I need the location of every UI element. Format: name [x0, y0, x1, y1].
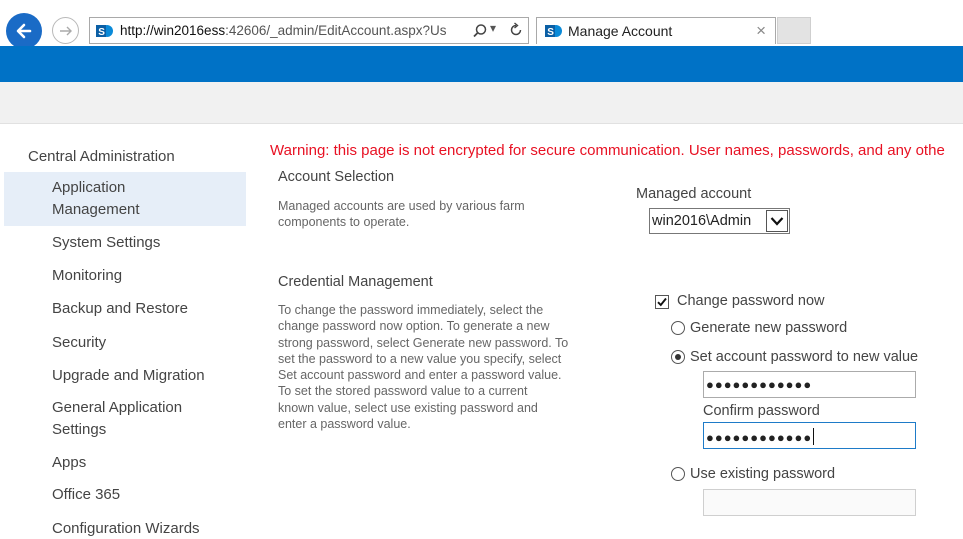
suite-bar: [0, 46, 963, 82]
address-url: http://win2016ess:42606/_admin/EditAccou…: [120, 23, 447, 38]
chevron-down-icon[interactable]: [766, 210, 788, 232]
description-line: set the password to a new value you spec…: [278, 351, 562, 366]
address-dropdown-icon[interactable]: ▾: [490, 21, 496, 35]
sharepoint-icon: S: [96, 25, 113, 38]
sharepoint-icon: S: [545, 25, 562, 38]
nav-item-general-application-settings[interactable]: General Application Settings: [4, 397, 246, 441]
managed-account-value: win2016\Admin: [652, 213, 752, 229]
description-line: Managed accounts are used by various far…: [278, 199, 525, 213]
checkmark-icon: [657, 297, 667, 307]
password-mask: ●●●●●●●●●●●●: [706, 430, 813, 445]
nav-item-security[interactable]: Security: [4, 332, 246, 354]
description-line: To set the stored password value to a cu…: [278, 384, 528, 399]
text-caret: [813, 428, 815, 445]
arrow-right-icon: [59, 26, 72, 35]
nav-item-label: General Application: [52, 399, 183, 416]
tab-title: Manage Account: [568, 23, 673, 39]
search-icon[interactable]: [472, 23, 488, 39]
nav-item-application-management[interactable]: Application Management: [4, 172, 246, 226]
description-line: strong password, select Generate new pas…: [278, 335, 569, 350]
nav-item-upgrade-and-migration[interactable]: Upgrade and Migration: [4, 365, 246, 387]
browser-chrome: S http://win2016ess:42606/_admin/EditAcc…: [0, 0, 963, 49]
account-selection-title: Account Selection: [278, 169, 395, 185]
new-tab-button[interactable]: [777, 17, 811, 44]
nav-item-office-365[interactable]: Office 365: [4, 484, 246, 506]
password-mask: ●●●●●●●●●●●●: [706, 377, 813, 392]
svg-text:S: S: [547, 27, 554, 38]
close-tab-icon[interactable]: ×: [756, 21, 766, 41]
description-line: Set account password and enter a passwor…: [278, 368, 562, 383]
arrow-left-icon: [16, 23, 32, 39]
change-password-now-checkbox[interactable]: [655, 295, 669, 309]
description-line: change password now option. To generate …: [278, 319, 550, 334]
set-account-password-radio[interactable]: [671, 350, 685, 364]
quick-launch: Central Administration Application Manag…: [0, 124, 250, 539]
description-line: enter a password value.: [278, 417, 411, 432]
nav-item-label: Settings: [52, 421, 107, 438]
use-existing-password-label[interactable]: Use existing password: [690, 466, 835, 482]
set-account-password-label[interactable]: Set account password to new value: [690, 349, 918, 365]
managed-account-label: Managed account: [636, 186, 752, 202]
address-bar[interactable]: S http://win2016ess:42606/_admin/EditAcc…: [89, 17, 529, 44]
forward-button[interactable]: [52, 17, 79, 44]
generate-new-password-radio[interactable]: [671, 321, 685, 335]
account-selection-description: Managed accounts are used by various far…: [278, 198, 525, 231]
generate-new-password-label[interactable]: Generate new password: [690, 320, 847, 336]
refresh-icon[interactable]: [508, 22, 524, 38]
managed-account-select[interactable]: win2016\Admin: [649, 208, 790, 234]
credential-management-title: Credential Management: [278, 274, 433, 290]
description-line: known value, select use existing passwor…: [278, 400, 538, 415]
description-line: components to operate.: [278, 215, 410, 230]
back-button[interactable]: [6, 13, 42, 49]
svg-text:S: S: [98, 27, 105, 38]
change-password-now-label[interactable]: Change password now: [677, 293, 825, 309]
nav-item-configuration-wizards[interactable]: Configuration Wizards: [4, 518, 246, 539]
nav-item-backup-and-restore[interactable]: Backup and Restore: [4, 298, 246, 320]
nav-item-label: Application: [52, 179, 126, 196]
confirm-password-label: Confirm password: [703, 403, 820, 419]
confirm-password-input[interactable]: ●●●●●●●●●●●●: [703, 422, 916, 449]
security-warning: Warning: this page is not encrypted for …: [270, 142, 945, 159]
browser-tab[interactable]: S Manage Account ×: [536, 17, 776, 44]
use-existing-password-radio[interactable]: [671, 467, 685, 481]
description-line: To change the password immediately, sele…: [278, 303, 544, 317]
nav-root-central-administration[interactable]: Central Administration: [28, 148, 175, 165]
ribbon: [0, 82, 963, 124]
credential-management-description: To change the password immediately, sele…: [278, 302, 568, 432]
existing-password-input[interactable]: [703, 489, 916, 516]
nav-item-system-settings[interactable]: System Settings: [4, 232, 246, 254]
nav-item-apps[interactable]: Apps: [4, 452, 246, 474]
nav-item-label: Management: [52, 201, 140, 218]
new-password-input[interactable]: ●●●●●●●●●●●●: [703, 371, 916, 398]
nav-item-monitoring[interactable]: Monitoring: [4, 265, 246, 287]
